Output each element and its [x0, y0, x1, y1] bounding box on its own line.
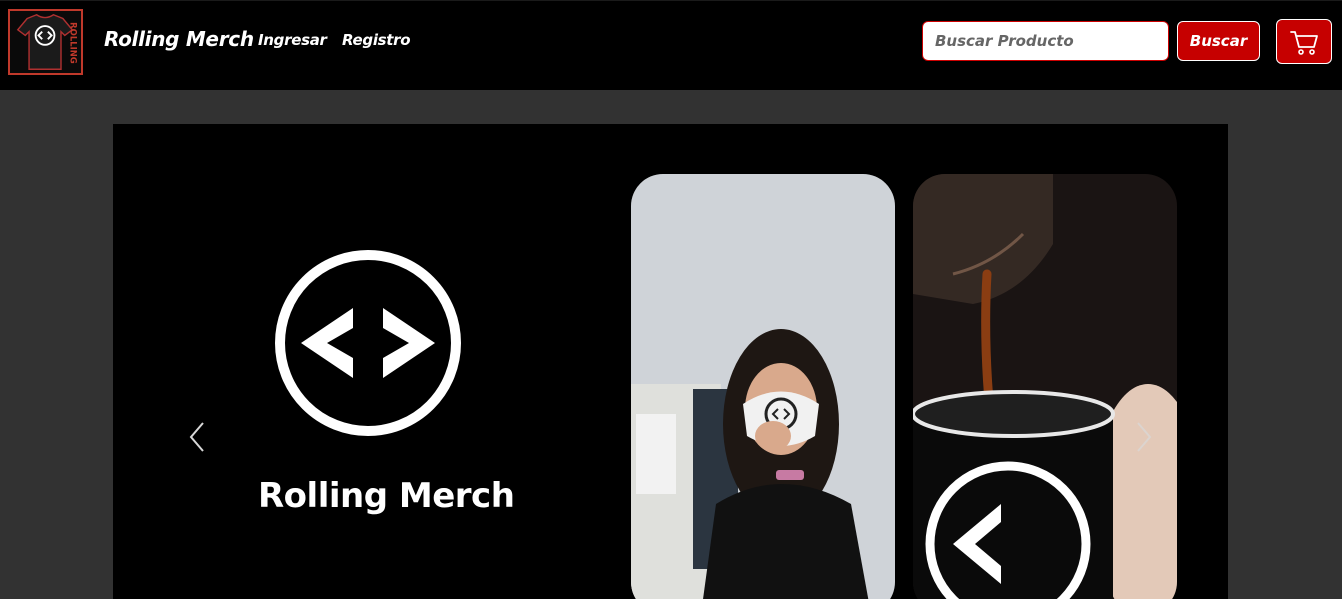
cart-button[interactable] [1276, 19, 1332, 64]
search-input[interactable] [922, 21, 1169, 61]
carousel-prev-control[interactable] [183, 419, 213, 455]
carousel: Rolling Merch [113, 124, 1228, 599]
slide-caption: Rolling Merch [258, 476, 515, 516]
carousel-next-control[interactable] [1128, 419, 1158, 455]
search-button[interactable]: Buscar [1177, 21, 1260, 61]
code-brackets-logo-icon [271, 246, 465, 440]
chevron-right-icon [1137, 422, 1152, 452]
brand-name[interactable]: Rolling Merch [104, 27, 254, 51]
register-link[interactable]: Registro [342, 31, 411, 49]
shopping-cart-icon [1290, 30, 1318, 55]
woman-with-mask-photo [631, 174, 895, 599]
navbar: ROLLING Rolling Merch Ingresar Registro … [0, 0, 1342, 90]
coffee-mug-photo [913, 174, 1177, 599]
svg-text:ROLLING: ROLLING [68, 22, 78, 64]
brand-logo-icon[interactable]: ROLLING [8, 9, 83, 75]
chevron-left-icon [189, 422, 204, 452]
login-link[interactable]: Ingresar [258, 31, 327, 49]
